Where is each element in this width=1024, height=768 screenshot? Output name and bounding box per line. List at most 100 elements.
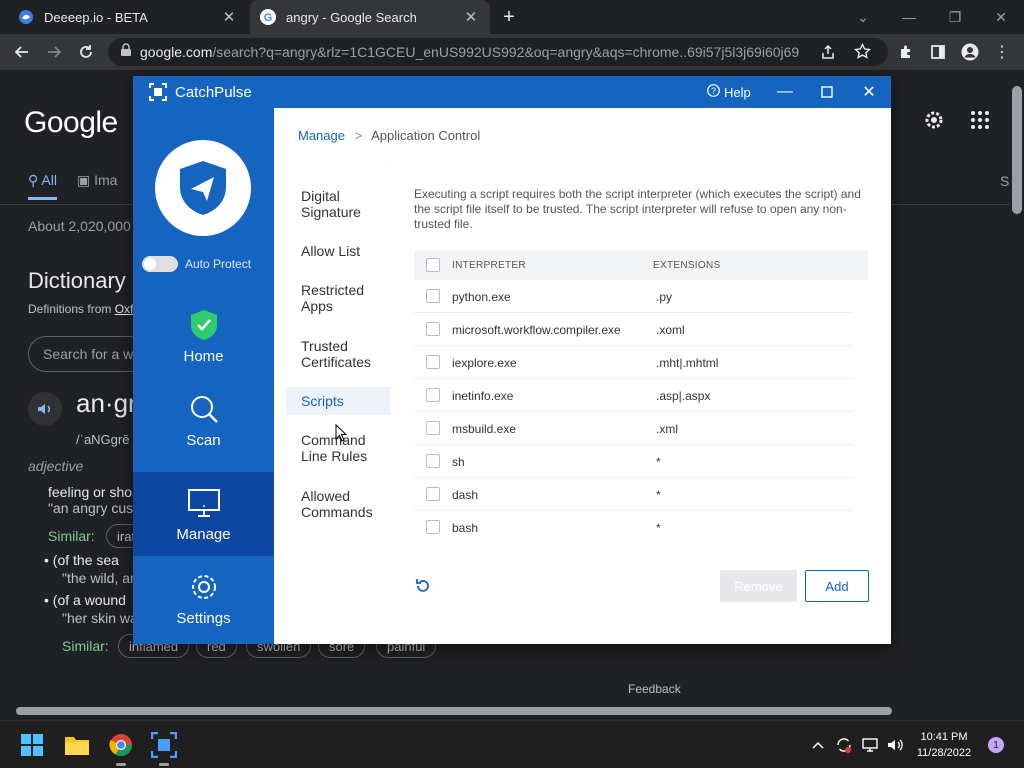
- interpreter-cell: msbuild.exe: [452, 422, 517, 436]
- notification-badge[interactable]: 1: [988, 737, 1004, 753]
- browser-tab-google[interactable]: G angry - Google Search ✕: [250, 0, 490, 34]
- bookmark-star-icon[interactable]: [854, 42, 871, 65]
- select-all-checkbox[interactable]: [426, 258, 440, 272]
- nav-home[interactable]: Home: [133, 294, 274, 378]
- system-clock[interactable]: 10:41 PM 11/28/2022: [908, 729, 980, 761]
- subnav-scripts[interactable]: Scripts: [286, 387, 390, 415]
- row-checkbox[interactable]: [426, 388, 440, 402]
- extensions-cell: .asp|.aspx: [656, 389, 711, 403]
- address-bar[interactable]: google.com/search?q=angry&rlz=1C1GCEU_en…: [108, 38, 888, 66]
- help-circle-icon: ?: [707, 84, 720, 100]
- nav-settings[interactable]: Settings: [133, 556, 274, 640]
- extensions-puzzle-icon[interactable]: [894, 40, 918, 64]
- browser-tab-deeeep[interactable]: Deeeep.io - BETA ✕: [8, 0, 248, 34]
- volume-speaker-icon[interactable]: [885, 735, 905, 755]
- feedback-link[interactable]: Feedback: [628, 682, 681, 696]
- side-panel-icon[interactable]: [926, 40, 950, 64]
- page-horizontal-scroll-thumb[interactable]: [16, 707, 892, 715]
- minimize-window-icon[interactable]: —: [886, 0, 932, 34]
- back-arrow-icon[interactable]: [10, 40, 34, 64]
- subnav-allowed-commands[interactable]: Allowed Commands: [301, 488, 391, 520]
- tab-images[interactable]: ▣ Ima: [77, 172, 117, 200]
- google-logo[interactable]: Google: [24, 106, 118, 140]
- add-button[interactable]: Add: [805, 570, 869, 602]
- breadcrumb-manage-link[interactable]: Manage: [298, 128, 345, 143]
- interpreter-cell: dash: [452, 488, 479, 502]
- maximize-icon[interactable]: [813, 78, 841, 106]
- scripts-description: Executing a script requires both the scr…: [414, 187, 861, 231]
- oxford-link[interactable]: Oxf: [115, 302, 134, 316]
- refresh-icon[interactable]: [414, 577, 432, 595]
- result-stats: About 2,020,000: [28, 218, 131, 234]
- svg-text:?: ?: [711, 86, 716, 96]
- catchpulse-titlebar[interactable]: CatchPulse ? Help — ✕: [133, 76, 891, 108]
- close-window-icon[interactable]: ✕: [978, 0, 1024, 34]
- table-row[interactable]: python.exe .py: [414, 280, 854, 313]
- magnifier-icon: [187, 392, 221, 426]
- nav-manage[interactable]: Manage: [133, 472, 274, 556]
- forward-arrow-icon[interactable]: [42, 40, 66, 64]
- interpreter-cell: microsoft.workflow.compiler.exe: [452, 323, 621, 337]
- help-button[interactable]: ? Help: [707, 84, 751, 100]
- page-vertical-scroll-thumb[interactable]: [1012, 86, 1022, 214]
- restore-window-icon[interactable]: ❐: [932, 0, 978, 34]
- close-tab-icon[interactable]: ✕: [462, 8, 480, 26]
- close-tab-icon[interactable]: ✕: [220, 8, 238, 26]
- subnav-allow-list[interactable]: Allow List: [301, 243, 391, 259]
- google-apps-grid-icon[interactable]: [968, 108, 992, 132]
- table-row[interactable]: inetinfo.exe .asp|.aspx: [414, 379, 854, 412]
- home-shield-check-icon: [187, 308, 221, 342]
- file-explorer-icon[interactable]: [63, 731, 91, 759]
- nav-label: Manage: [176, 525, 231, 543]
- interpreter-cell: inetinfo.exe: [452, 389, 514, 403]
- minimize-icon[interactable]: —: [771, 78, 799, 106]
- settings-gear-icon[interactable]: [922, 108, 946, 132]
- windows-start-icon[interactable]: [18, 731, 46, 759]
- catchpulse-taskbar-icon[interactable]: [150, 731, 178, 766]
- table-row[interactable]: microsoft.workflow.compiler.exe .xoml: [414, 313, 854, 346]
- table-row[interactable]: msbuild.exe .xml: [414, 412, 854, 445]
- subnav-trusted-certificates[interactable]: Trusted Certificates: [301, 338, 391, 370]
- row-checkbox[interactable]: [426, 289, 440, 303]
- tab-all[interactable]: ⚲ All: [28, 172, 57, 200]
- catchpulse-sidebar: Auto Protect Home Scan Manage Settings: [133, 108, 274, 644]
- table-row[interactable]: iexplore.exe .mht|.mhtml: [414, 346, 854, 379]
- chrome-taskbar-icon[interactable]: [107, 731, 135, 766]
- subnav-restricted-apps[interactable]: Restricted Apps: [301, 282, 391, 314]
- new-tab-icon[interactable]: +: [498, 6, 520, 28]
- table-row[interactable]: sh *: [414, 445, 854, 478]
- similar-label: Similar:: [62, 638, 109, 654]
- tab-tools[interactable]: S: [1000, 173, 1009, 189]
- column-header-extensions[interactable]: EXTENSIONS: [653, 260, 720, 271]
- sync-status-icon[interactable]: [834, 735, 854, 755]
- network-icon[interactable]: [860, 735, 880, 755]
- table-row[interactable]: bash *: [414, 511, 854, 542]
- auto-protect-toggle[interactable]: [142, 256, 178, 272]
- tab-search-chevron-icon[interactable]: ⌄: [840, 0, 886, 34]
- row-checkbox[interactable]: [426, 355, 440, 369]
- column-header-interpreter[interactable]: INTERPRETER: [452, 260, 526, 271]
- show-hidden-icons-chevron-icon[interactable]: [808, 735, 828, 755]
- share-icon[interactable]: [820, 44, 836, 65]
- chrome-menu-icon[interactable]: ⋮: [990, 40, 1014, 64]
- pronounce-speaker-icon[interactable]: [28, 392, 62, 426]
- reload-icon[interactable]: [74, 40, 98, 64]
- extensions-cell: *: [656, 488, 661, 502]
- phonetic: /ˈaNGgrē: [76, 432, 130, 447]
- row-checkbox[interactable]: [426, 520, 440, 534]
- subnav-digital-signature[interactable]: Digital Signature: [301, 188, 391, 220]
- profile-avatar-icon[interactable]: [958, 40, 982, 64]
- dictionary-word: an·gr: [76, 388, 137, 418]
- clock-time: 10:41 PM: [920, 731, 968, 743]
- table-row[interactable]: dash *: [414, 478, 854, 511]
- google-search-tabs: ⚲ All ▣ Ima: [28, 172, 117, 200]
- browser-tab-strip: Deeeep.io - BETA ✕ G angry - Google Sear…: [0, 0, 1024, 34]
- row-checkbox[interactable]: [426, 322, 440, 336]
- row-checkbox[interactable]: [426, 454, 440, 468]
- close-icon[interactable]: ✕: [855, 78, 883, 106]
- nav-scan[interactable]: Scan: [133, 378, 274, 462]
- row-checkbox[interactable]: [426, 421, 440, 435]
- row-checkbox[interactable]: [426, 487, 440, 501]
- remove-button[interactable]: Remove: [720, 570, 797, 602]
- application-control-subnav: Digital Signature Allow List Restricted …: [274, 164, 390, 644]
